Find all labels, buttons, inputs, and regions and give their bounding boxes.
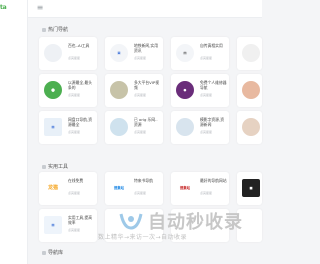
section-title-tools: 实用工具 — [42, 163, 68, 170]
section-icon — [42, 27, 46, 32]
tool-card[interactable]: 搜集站 特来书导航 点亮星星 — [105, 172, 163, 205]
card-subtitle: 点亮星星 — [200, 130, 213, 134]
tool-card[interactable]: 龙猫 在线免费 点亮星星 — [39, 172, 97, 205]
nav-card[interactable]: 百也..AI工具 点亮星星 — [39, 37, 97, 70]
watermark-subtext: 数上精华→来访一次→自动收录 — [98, 234, 188, 241]
card-subtitle: 点亮星星 — [134, 130, 147, 134]
nav-card[interactable]: 多大平台VIP视频 点亮星星 — [105, 74, 163, 107]
site-thumbnail — [242, 81, 260, 99]
card-title: 免费个人维修器导航 — [200, 80, 227, 90]
tool-card[interactable]: ▦ 实用工具,提高效率 点亮星星 — [39, 209, 97, 242]
card-subtitle: 点亮星星 — [68, 93, 81, 97]
sidebar: ta — [0, 0, 28, 264]
card-title: 实用工具,提高效率 — [68, 215, 92, 225]
card-title: 网盘口导航,资源最全 — [68, 117, 92, 127]
card-title: 在线免费 — [68, 178, 84, 183]
site-thumbnail: ● — [176, 81, 194, 99]
nav-card[interactable] — [237, 37, 262, 70]
site-thumbnail — [242, 44, 260, 62]
site-thumbnail — [242, 118, 260, 136]
card-subtitle: 点亮星星 — [68, 228, 81, 232]
site-thumbnail: ▦ — [44, 118, 62, 136]
site-thumbnail: 搜集站 — [110, 179, 128, 197]
card-subtitle: 点亮星星 — [134, 93, 147, 97]
nav-card[interactable]: 已 orig 乐网..资源 点亮星星 — [105, 111, 163, 144]
card-subtitle: 点亮星星 — [134, 191, 147, 195]
card-title: 多大平台VIP视频 — [134, 80, 159, 90]
menu-icon[interactable]: ≡ — [35, 3, 45, 13]
card-title: 地铁新闻,实用资讯 — [134, 43, 158, 53]
site-logo[interactable]: ta — [0, 4, 26, 13]
top-bar: ≡ — [28, 0, 262, 18]
site-thumbnail: ⬤ — [44, 81, 62, 99]
watermark-text: 自动秒收录 — [148, 212, 243, 233]
site-thumbnail — [110, 118, 128, 136]
tool-card[interactable]: ■ — [237, 172, 262, 205]
site-thumbnail: ■ — [242, 179, 260, 197]
card-title: 最好的导航网站 — [200, 178, 227, 183]
watermark: 自动秒收录 — [118, 208, 246, 233]
section-icon — [42, 250, 46, 255]
nav-card[interactable] — [237, 111, 262, 144]
card-subtitle: 点亮星星 — [68, 191, 81, 195]
section-title-hot: 热门导航 — [42, 26, 68, 33]
site-thumbnail: ▣ — [110, 44, 128, 62]
card-subtitle: 点亮星星 — [68, 56, 81, 60]
site-thumbnail — [44, 44, 62, 62]
section-icon — [42, 164, 46, 169]
watermark-logo-icon — [119, 213, 143, 230]
site-thumbnail: 搜集站 — [176, 179, 194, 197]
site-thumbnail — [110, 81, 128, 99]
nav-card[interactable]: ⬤ 以源最全,最头条的 点亮星星 — [39, 74, 97, 107]
nav-card[interactable]: ▣ 地铁新闻,实用资讯 点亮星星 — [105, 37, 163, 70]
card-title: 已 orig 乐网..资源 — [134, 117, 158, 127]
site-thumbnail: ▤ — [176, 44, 194, 62]
card-subtitle: 点亮星星 — [68, 130, 81, 134]
nav-card[interactable]: 模影字资源,资源新闻 点亮星星 — [171, 111, 229, 144]
section-title-library: 导航库 — [42, 249, 63, 256]
site-thumbnail: 龙猫 — [44, 179, 62, 197]
site-thumbnail: ▦ — [44, 216, 62, 234]
site-thumbnail — [176, 118, 194, 136]
card-title: 特来书导航 — [134, 178, 153, 183]
tool-card[interactable]: 搜集站 最好的导航网站 点亮星星 — [171, 172, 229, 205]
card-title: 百也..AI工具 — [68, 43, 90, 48]
card-title: 以源最全,最头条的 — [68, 80, 92, 90]
card-subtitle: 点亮星星 — [200, 56, 213, 60]
card-subtitle: 点亮星星 — [134, 56, 147, 60]
nav-card[interactable]: ▤ 自传真相实用 点亮星星 — [171, 37, 229, 70]
card-title: 自传真相实用 — [200, 43, 223, 48]
card-title: 模影字资源,资源新闻 — [200, 117, 224, 127]
nav-card[interactable]: ● 免费个人维修器导航 点亮星星 — [171, 74, 229, 107]
card-subtitle: 点亮星星 — [200, 191, 213, 195]
nav-card[interactable] — [237, 74, 262, 107]
card-subtitle: 点亮星星 — [200, 93, 213, 97]
nav-card[interactable]: ▦ 网盘口导航,资源最全 点亮星星 — [39, 111, 97, 144]
